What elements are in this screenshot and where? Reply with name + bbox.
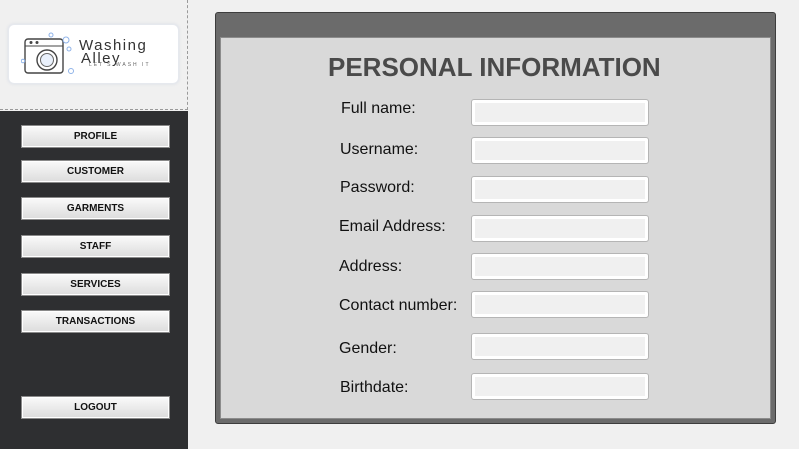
logo-area: Washing Alley LET'S WASH IT xyxy=(0,0,188,110)
garments-button[interactable]: GARMENTS xyxy=(21,197,170,220)
contact-number-field[interactable] xyxy=(471,291,649,318)
sidebar-nav: PROFILE CUSTOMER GARMENTS STAFF SERVICES… xyxy=(0,111,188,449)
email-field[interactable] xyxy=(471,215,649,242)
logout-button[interactable]: LOGOUT xyxy=(21,396,170,419)
staff-button[interactable]: STAFF xyxy=(21,235,170,258)
form-body: PERSONAL INFORMATION Full name: Username… xyxy=(220,37,771,419)
password-label: Password: xyxy=(340,179,415,196)
username-label: Username: xyxy=(340,141,419,158)
personal-info-panel: PERSONAL INFORMATION Full name: Username… xyxy=(215,12,776,424)
gender-label: Gender: xyxy=(339,340,397,357)
birthdate-field[interactable] xyxy=(471,373,649,400)
password-field[interactable] xyxy=(471,176,649,203)
page-title: PERSONAL INFORMATION xyxy=(328,52,661,82)
email-label: Email Address: xyxy=(339,218,446,235)
birthdate-label: Birthdate: xyxy=(340,379,409,396)
services-button[interactable]: SERVICES xyxy=(21,273,170,296)
address-field[interactable] xyxy=(471,253,649,280)
logo-tagline: LET'S WASH IT xyxy=(89,62,151,68)
contact-number-label: Contact number: xyxy=(339,297,458,314)
logo: Washing Alley LET'S WASH IT xyxy=(8,24,179,84)
full-name-label: Full name: xyxy=(341,100,416,117)
username-field[interactable] xyxy=(471,137,649,164)
washing-machine-icon xyxy=(21,32,74,74)
full-name-field[interactable] xyxy=(471,99,649,126)
address-label: Address: xyxy=(339,258,403,275)
transactions-button[interactable]: TRANSACTIONS xyxy=(21,310,170,333)
gender-field[interactable] xyxy=(471,333,649,360)
customer-button[interactable]: CUSTOMER xyxy=(21,160,170,183)
profile-button[interactable]: PROFILE xyxy=(21,125,170,148)
sidebar: Washing Alley LET'S WASH IT PROFILE CUSTO… xyxy=(0,0,188,449)
